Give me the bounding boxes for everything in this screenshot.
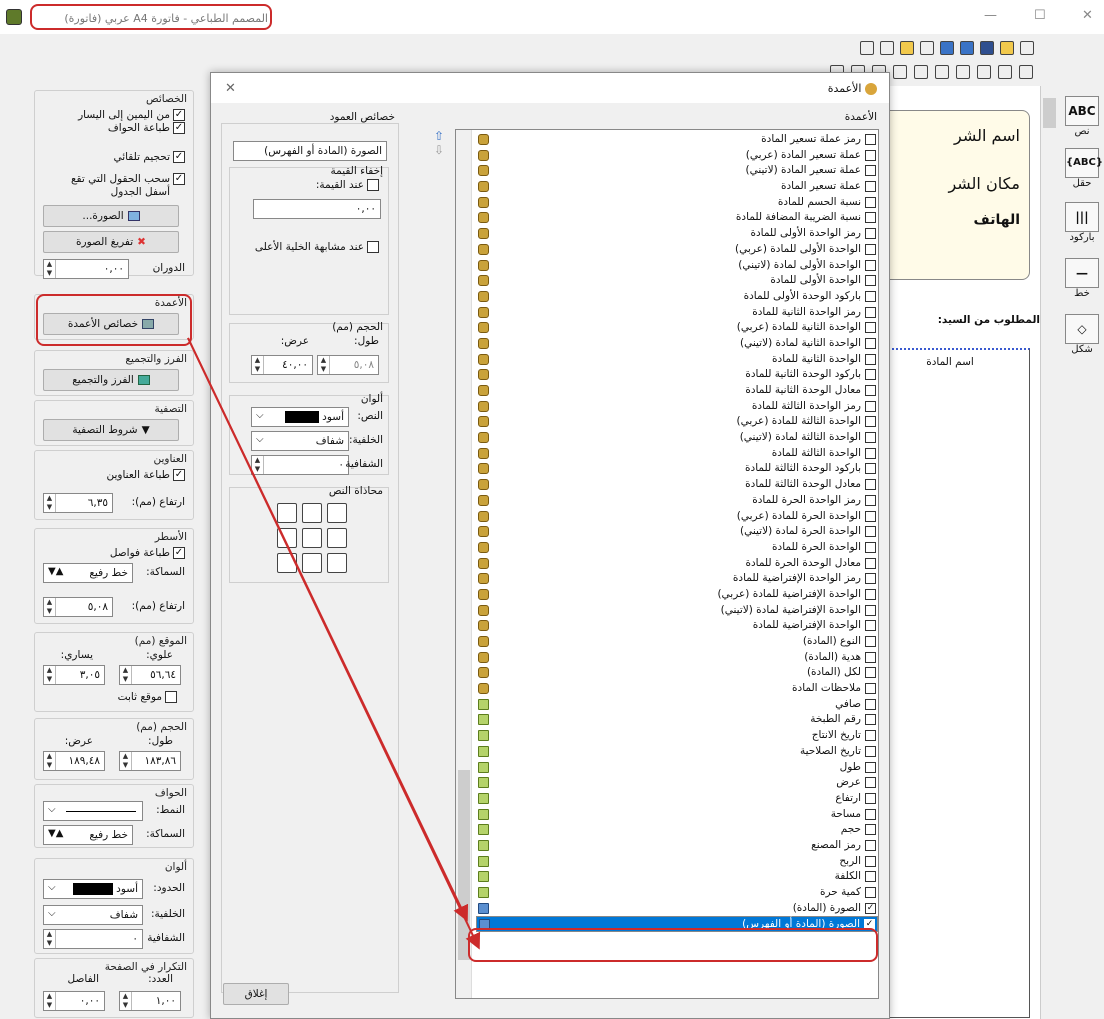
arrow-to-selected-item	[187, 337, 481, 950]
annotation-arrows	[187, 337, 481, 950]
